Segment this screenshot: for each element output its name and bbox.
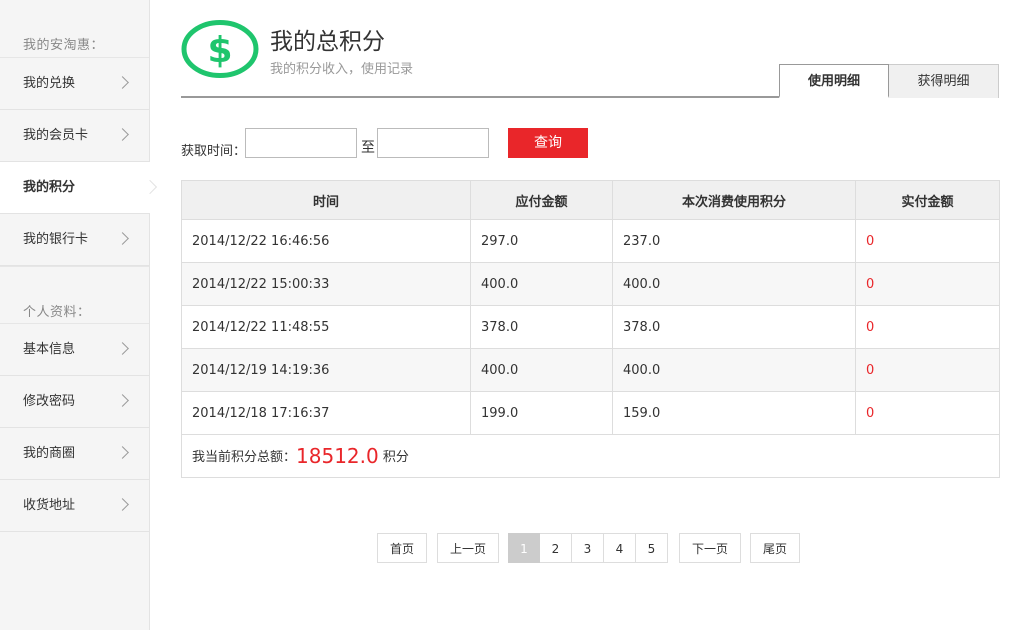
chevron-right-icon <box>116 394 129 407</box>
dollar-circle-icon: $ <box>181 20 259 78</box>
chevron-right-icon <box>116 342 129 355</box>
cell-amount-paid: 0 <box>855 391 1000 435</box>
cell-points-used: 400.0 <box>612 348 856 392</box>
start-date-input[interactable] <box>245 128 357 158</box>
cell-points-used: 378.0 <box>612 305 856 349</box>
last-page-button[interactable]: 尾页 <box>750 533 800 563</box>
table-row: 2014/12/22 11:48:55 378.0 378.0 0 <box>181 305 1000 349</box>
prev-page-button[interactable]: 上一页 <box>437 533 499 563</box>
sidebar-item-change-password[interactable]: 修改密码 <box>0 376 149 428</box>
page-subtitle: 我的积分收入，使用记录 <box>270 62 414 77</box>
table-row: 2014/12/18 17:16:37 199.0 159.0 0 <box>181 391 1000 435</box>
page-4-button[interactable]: 4 <box>604 533 636 563</box>
sidebar-item-label: 我的积分 <box>23 180 76 195</box>
cell-points-used: 237.0 <box>612 219 856 263</box>
sidebar-section-title-account: 我的安淘惠： <box>0 0 149 58</box>
sidebar-item-label: 我的会员卡 <box>23 128 89 143</box>
sidebar-item-my-member-card[interactable]: 我的会员卡 <box>0 110 149 162</box>
sidebar-item-basic-info[interactable]: 基本信息 <box>0 324 149 376</box>
end-date-input[interactable] <box>377 128 489 158</box>
table-header-row: 时间 应付金额 本次消费使用积分 实付金额 <box>181 180 1000 220</box>
cell-time: 2014/12/22 15:00:33 <box>181 262 471 306</box>
cell-time: 2014/12/22 16:46:56 <box>181 219 471 263</box>
date-range-separator: 至 <box>361 140 375 156</box>
first-page-button[interactable]: 首页 <box>377 533 427 563</box>
total-points-label: 我当前积分总额： <box>192 450 297 465</box>
svg-text:$: $ <box>207 30 232 71</box>
total-points-cell: 我当前积分总额：18512.0 积分 <box>181 434 1000 478</box>
tab-usage-details[interactable]: 使用明细 <box>779 64 889 98</box>
main-content: $ 我的总积分 我的积分收入，使用记录 使用明细 获得明细 获取时间： 至 查询… <box>181 0 1000 630</box>
table-row: 2014/12/22 15:00:33 400.0 400.0 0 <box>181 262 1000 306</box>
page-1-button[interactable]: 1 <box>508 533 540 563</box>
total-points-row: 我当前积分总额：18512.0 积分 <box>181 434 1000 478</box>
cell-time: 2014/12/22 11:48:55 <box>181 305 471 349</box>
page-5-button[interactable]: 5 <box>636 533 668 563</box>
cell-points-used: 159.0 <box>612 391 856 435</box>
page-3-button[interactable]: 3 <box>572 533 604 563</box>
total-points-unit: 积分 <box>382 450 409 465</box>
sidebar-item-label: 我的银行卡 <box>23 232 89 247</box>
query-button[interactable]: 查询 <box>508 128 588 158</box>
cell-points-used: 400.0 <box>612 262 856 306</box>
cell-time: 2014/12/18 17:16:37 <box>181 391 471 435</box>
filter-label: 获取时间： <box>181 144 247 159</box>
column-header-amount-paid: 实付金额 <box>855 180 1000 220</box>
tab-earned-details[interactable]: 获得明细 <box>889 64 999 98</box>
tab-bar: 使用明细 获得明细 <box>779 64 999 98</box>
cell-amount-due: 400.0 <box>470 348 613 392</box>
date-filter: 获取时间： 至 查询 <box>181 98 999 180</box>
cell-amount-paid: 0 <box>855 262 1000 306</box>
page-2-button[interactable]: 2 <box>540 533 572 563</box>
chevron-right-icon <box>116 232 129 245</box>
sidebar-item-label: 修改密码 <box>23 394 76 409</box>
sidebar-item-label: 我的商圈 <box>23 446 76 461</box>
pagination: 首页 上一页 1 2 3 4 5 下一页 尾页 <box>377 533 800 563</box>
sidebar-item-label: 收货地址 <box>23 498 76 513</box>
chevron-right-icon <box>116 76 129 89</box>
table-row: 2014/12/22 16:46:56 297.0 237.0 0 <box>181 219 1000 263</box>
column-header-amount-due: 应付金额 <box>470 180 613 220</box>
column-header-points-used: 本次消费使用积分 <box>612 180 856 220</box>
cell-time: 2014/12/19 14:19:36 <box>181 348 471 392</box>
column-header-time: 时间 <box>181 180 471 220</box>
chevron-right-icon <box>116 446 129 459</box>
sidebar-item-my-bank-card[interactable]: 我的银行卡 <box>0 214 149 266</box>
chevron-right-icon <box>116 128 129 141</box>
cell-amount-paid: 0 <box>855 348 1000 392</box>
cell-amount-paid: 0 <box>855 219 1000 263</box>
sidebar-section-title-profile: 个人资料： <box>0 266 149 324</box>
cell-amount-due: 199.0 <box>470 391 613 435</box>
sidebar-item-label: 基本信息 <box>23 342 76 357</box>
total-points-value: 18512.0 <box>296 444 379 468</box>
sidebar-item-my-points[interactable]: 我的积分 <box>0 162 150 214</box>
next-page-button[interactable]: 下一页 <box>679 533 741 563</box>
sidebar-item-my-exchange[interactable]: 我的兑换 <box>0 58 149 110</box>
page-title: 我的总积分 <box>270 29 385 55</box>
sidebar-item-label: 我的兑换 <box>23 76 76 91</box>
sidebar: 我的安淘惠： 我的兑换 我的会员卡 我的积分 我的银行卡 个人资料： 基本信息 … <box>0 0 150 630</box>
cell-amount-due: 400.0 <box>470 262 613 306</box>
points-usage-table: 时间 应付金额 本次消费使用积分 实付金额 2014/12/22 16:46:5… <box>181 180 1000 478</box>
cell-amount-due: 297.0 <box>470 219 613 263</box>
chevron-right-icon <box>116 498 129 511</box>
cell-amount-due: 378.0 <box>470 305 613 349</box>
page-header: $ 我的总积分 我的积分收入，使用记录 使用明细 获得明细 <box>181 0 999 98</box>
sidebar-item-shipping-address[interactable]: 收货地址 <box>0 480 149 532</box>
cell-amount-paid: 0 <box>855 305 1000 349</box>
table-row: 2014/12/19 14:19:36 400.0 400.0 0 <box>181 348 1000 392</box>
sidebar-item-my-business-circle[interactable]: 我的商圈 <box>0 428 149 480</box>
